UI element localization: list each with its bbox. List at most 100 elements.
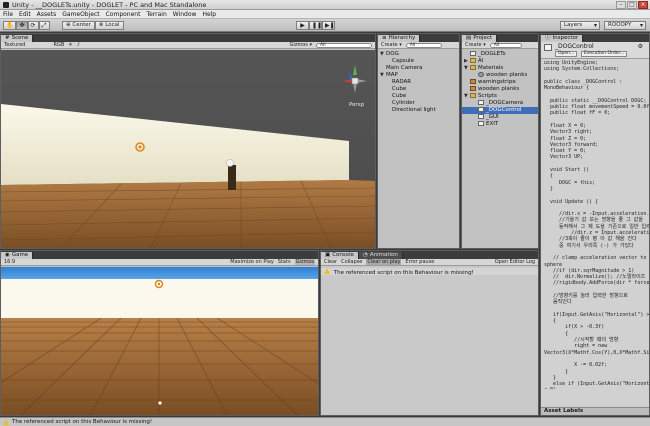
scene-audio-toggle[interactable]: ♪ (77, 42, 80, 48)
inspector-script-name: _DOGControl (555, 43, 594, 50)
scene-gizmos-dropdown[interactable]: Gizmos ▾ (289, 42, 312, 48)
console-tab-icon: ▣ (325, 252, 331, 258)
inspector-header: _DOGControl ⚙ Open... Execution Order... (541, 42, 649, 59)
rotate-tool-button[interactable]: ⟳ (27, 21, 39, 30)
hierarchy-item-label: MAP (386, 72, 398, 78)
hierarchy-item-label: RADAR (392, 79, 412, 85)
tab-inspector-label: Inspector (552, 35, 579, 41)
tab-game[interactable]: ◉ Game (1, 252, 34, 259)
aspect-dropdown[interactable]: 16:9 (4, 259, 15, 265)
scene-search-input[interactable]: All (316, 42, 372, 48)
layers-dropdown[interactable]: Layers (560, 21, 600, 30)
project-item-label: Scripts (478, 93, 497, 99)
status-bar[interactable]: The referenced script on this Behaviour … (0, 417, 650, 426)
console-messages: The referenced script on this Behaviour … (321, 266, 538, 277)
hierarchy-item[interactable]: ▼ MAP (378, 72, 459, 79)
move-tool-button[interactable]: ✥ (16, 21, 28, 30)
open-script-button[interactable]: Open... (555, 51, 578, 57)
project-item[interactable]: ▼ Materials (462, 65, 538, 72)
hierarchy-create-button[interactable]: Create ▾ (381, 42, 402, 48)
tab-animation[interactable]: ◔ Animation (359, 252, 403, 259)
menu-assets[interactable]: Assets (37, 11, 57, 18)
project-item[interactable]: ▶ AI (462, 58, 538, 65)
scale-tool-button[interactable]: ⤢ (38, 21, 50, 30)
game-viewport[interactable] (1, 267, 318, 415)
hierarchy-item[interactable]: Cube (378, 93, 459, 100)
tab-inspector[interactable]: ⓘ Inspector (541, 35, 584, 42)
project-item[interactable]: wooden planks (462, 86, 538, 93)
tab-scene[interactable]: # Scene (1, 35, 34, 42)
hand-tool-button[interactable]: ✋ (3, 21, 17, 30)
warning-icon (3, 419, 9, 425)
hierarchy-item[interactable]: ▼ DOG (378, 51, 459, 58)
tab-project[interactable]: ▤ Project (462, 35, 498, 42)
scene-view-canvas: Persp (1, 50, 375, 248)
stats-toggle[interactable]: Stats (278, 259, 291, 265)
menu-file[interactable]: File (3, 11, 13, 18)
menu-edit[interactable]: Edit (19, 11, 31, 18)
project-item[interactable]: _GUI (462, 114, 538, 121)
project-item[interactable]: _DOGCamera (462, 100, 538, 107)
project-item[interactable]: _DOGControl (462, 107, 538, 114)
status-message: The referenced script on this Behaviour … (12, 419, 153, 425)
hierarchy-item[interactable]: Main Camera (378, 65, 459, 72)
console-clear-button[interactable]: Clear (324, 259, 337, 265)
hierarchy-item[interactable]: Capsule (378, 58, 459, 65)
menu-window[interactable]: Window (173, 11, 197, 18)
script-icon (478, 100, 484, 105)
pivot-local-button[interactable]: ⊗ Local (94, 21, 124, 30)
game-gizmos-toggle[interactable]: Gizmos (294, 259, 315, 265)
project-create-button[interactable]: Create ▾ (465, 42, 486, 48)
console-error-pause-button[interactable]: Error pause (405, 259, 434, 265)
hierarchy-item[interactable]: Cylinder (378, 100, 459, 107)
tab-hierarchy[interactable]: ≡ Hierarchy (378, 35, 421, 42)
hierarchy-item[interactable]: Directional light (378, 107, 459, 114)
pause-button[interactable]: ❚❚ (309, 21, 322, 30)
layout-dropdown[interactable]: ROOOPY (604, 21, 646, 30)
project-search-input[interactable]: All (489, 42, 522, 48)
hierarchy-item[interactable]: RADAR (378, 79, 459, 86)
project-item[interactable]: EXIT (462, 121, 538, 128)
scene-lighting-toggle[interactable]: ☀ (68, 42, 72, 48)
shading-dropdown[interactable]: Textured (4, 42, 25, 48)
project-item[interactable]: _DOGLETs (462, 51, 538, 58)
project-item-label: Materials (478, 65, 504, 71)
texture-icon (470, 86, 476, 91)
hierarchy-search-input[interactable]: All (405, 42, 442, 48)
tab-project-label: Project (473, 35, 493, 41)
hierarchy-item[interactable]: Cube (378, 86, 459, 93)
menu-gameobject[interactable]: GameObject (62, 11, 99, 18)
menu-terrain[interactable]: Terrain (146, 11, 166, 18)
menu-help[interactable]: Help (202, 11, 216, 18)
project-item[interactable]: ▼ Scripts (462, 93, 538, 100)
menu-component[interactable]: Component (106, 11, 141, 18)
settings-gear-icon[interactable]: ⚙ (638, 43, 643, 50)
maximize-button[interactable]: □ (627, 0, 637, 9)
persp-label: Persp (349, 102, 365, 108)
script-icon (478, 121, 484, 126)
console-collapse-button[interactable]: Collapse (341, 259, 362, 265)
console-clear-on-play-button[interactable]: Clear on play (366, 259, 402, 265)
hierarchy-item-label: DOG (386, 51, 399, 57)
console-message[interactable]: The referenced script on this Behaviour … (321, 268, 538, 276)
maximize-on-play-toggle[interactable]: Maximize on Play (230, 259, 274, 265)
pivot-center-label: Center (72, 22, 91, 28)
console-toolbar: Clear Collapse Clear on play Error pause… (321, 259, 538, 266)
minimize-button[interactable]: – (616, 0, 626, 9)
step-button[interactable]: ▶❚ (322, 21, 335, 30)
render-mode-dropdown[interactable]: RGB (53, 42, 64, 48)
execution-order-button[interactable]: Execution Order... (581, 51, 628, 57)
close-button[interactable]: × (638, 0, 648, 9)
play-button[interactable]: ▶ (296, 21, 309, 30)
tab-console[interactable]: ▣ Console (321, 252, 360, 259)
project-item-label: wooden planks (478, 86, 520, 92)
open-editor-log-button[interactable]: Open Editor Log (495, 259, 535, 265)
folder-icon (470, 58, 476, 63)
pivot-center-button[interactable]: ⊕ Center (62, 21, 95, 30)
scene-tab-icon: # (5, 35, 10, 41)
scene-panel: # Scene Textured RGB ☀ ♪ Gizmos ▾ All Pe… (0, 33, 376, 249)
scene-toolbar: Textured RGB ☀ ♪ Gizmos ▾ All (1, 42, 375, 49)
project-item[interactable]: warningstripe (462, 79, 538, 86)
project-item[interactable]: wooden planks (462, 72, 538, 79)
scene-viewport[interactable]: Persp (1, 50, 375, 248)
